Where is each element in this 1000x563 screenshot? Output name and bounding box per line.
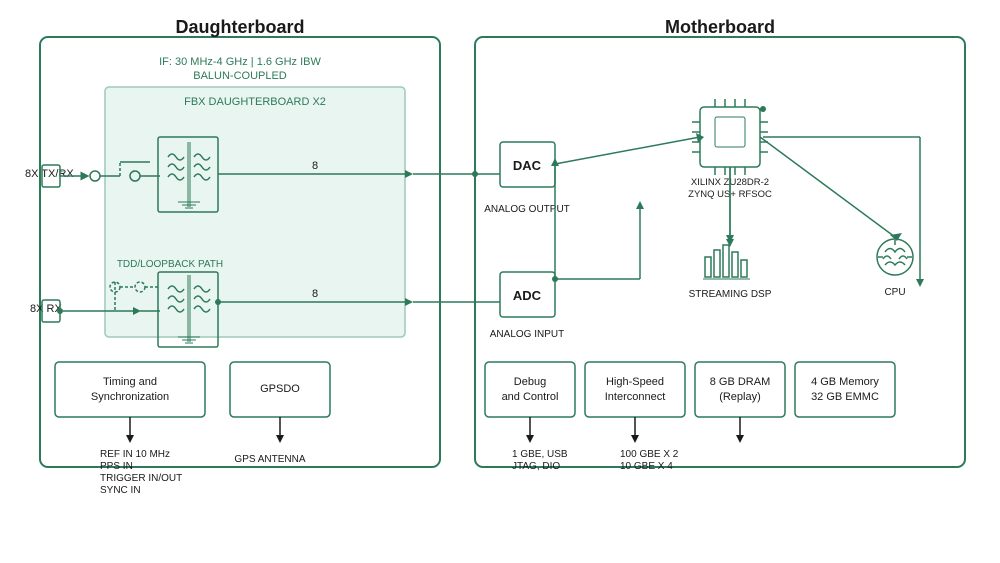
svg-text:4 GB Memory: 4 GB Memory bbox=[811, 376, 879, 388]
svg-text:Motherboard: Motherboard bbox=[665, 17, 775, 37]
svg-text:Synchronization: Synchronization bbox=[91, 391, 169, 403]
svg-text:←: ← bbox=[130, 165, 140, 176]
svg-text:SYNC IN: SYNC IN bbox=[100, 485, 141, 496]
svg-text:ANALOG OUTPUT: ANALOG OUTPUT bbox=[484, 204, 570, 215]
svg-text:Daughterboard: Daughterboard bbox=[175, 17, 304, 37]
svg-text:8 GB DRAM: 8 GB DRAM bbox=[710, 376, 771, 388]
svg-text:FBX DAUGHTERBOARD X2: FBX DAUGHTERBOARD X2 bbox=[184, 96, 326, 108]
svg-text:TRIGGER IN/OUT: TRIGGER IN/OUT bbox=[100, 473, 182, 484]
svg-text:GPS ANTENNA: GPS ANTENNA bbox=[234, 454, 305, 465]
svg-text:1 GBE, USB: 1 GBE, USB bbox=[512, 449, 568, 460]
svg-text:100 GBE X 2: 100 GBE X 2 bbox=[620, 449, 679, 460]
svg-text:High-Speed: High-Speed bbox=[606, 376, 664, 388]
svg-text:TDD/LOOPBACK PATH: TDD/LOOPBACK PATH bbox=[117, 259, 223, 270]
svg-text:JTAG, DIO: JTAG, DIO bbox=[512, 461, 560, 472]
svg-text:GPSDO: GPSDO bbox=[260, 383, 300, 395]
svg-text:Timing and: Timing and bbox=[103, 376, 157, 388]
main-diagram-svg: Daughterboard Motherboard IF: 30 MHz-4 G… bbox=[20, 17, 980, 547]
svg-text:ANALOG INPUT: ANALOG INPUT bbox=[490, 329, 564, 340]
svg-text:10 GBE X 4: 10 GBE X 4 bbox=[620, 461, 673, 472]
svg-text:Debug: Debug bbox=[514, 376, 546, 388]
svg-text:Interconnect: Interconnect bbox=[605, 391, 666, 403]
svg-text:32 GB EMMC: 32 GB EMMC bbox=[811, 391, 879, 403]
svg-text:DAC: DAC bbox=[513, 158, 542, 173]
svg-text:8X RX: 8X RX bbox=[30, 303, 62, 315]
diagram-container: Daughterboard Motherboard IF: 30 MHz-4 G… bbox=[20, 17, 980, 547]
svg-text:CPU: CPU bbox=[884, 287, 905, 298]
svg-text:and Control: and Control bbox=[502, 391, 559, 403]
svg-text:8: 8 bbox=[312, 288, 318, 300]
svg-text:STREAMING DSP: STREAMING DSP bbox=[689, 289, 772, 300]
svg-text:REF IN 10 MHz: REF IN 10 MHz bbox=[100, 449, 170, 460]
svg-text:ADC: ADC bbox=[513, 288, 542, 303]
svg-text:IF: 30 MHz-4 GHz | 1.6 GHz IBW: IF: 30 MHz-4 GHz | 1.6 GHz IBW bbox=[159, 56, 321, 68]
svg-text:8: 8 bbox=[312, 160, 318, 172]
svg-text:(Replay): (Replay) bbox=[719, 391, 761, 403]
svg-text:PPS IN: PPS IN bbox=[100, 461, 133, 472]
svg-text:BALUN-COUPLED: BALUN-COUPLED bbox=[193, 70, 287, 82]
svg-text:↔: ↔ bbox=[58, 165, 68, 176]
